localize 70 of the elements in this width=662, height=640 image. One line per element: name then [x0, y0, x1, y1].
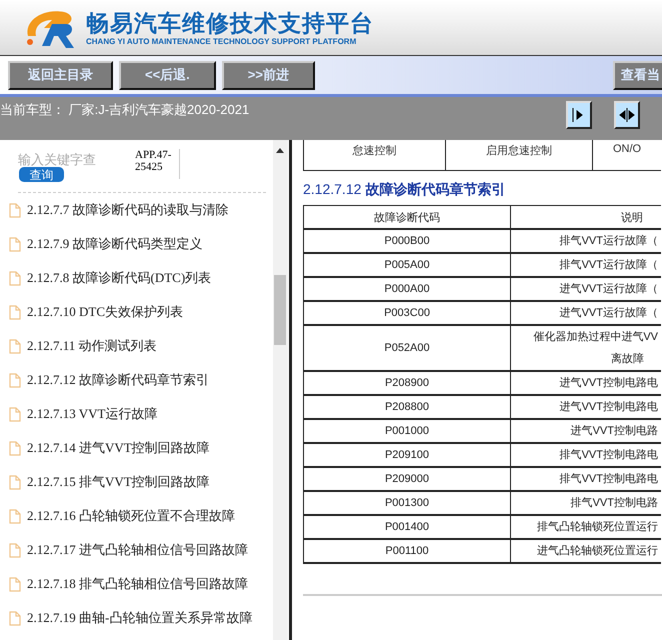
tree-item[interactable]: 2.12.7.19 曲轴-凸轮轴位置关系异常故障: [27, 609, 252, 627]
table-cell-text: 排气VVT控制电路: [570, 496, 658, 511]
tree-item[interactable]: 2.12.7.13 VVT运行故障: [27, 405, 158, 423]
document-icon: [9, 236, 21, 252]
table-cell: P001300: [304, 491, 510, 515]
document-icon: [9, 474, 21, 490]
document-icon: [9, 440, 21, 456]
table-cell-text: 进气VVT控制电路电: [558, 376, 658, 391]
table-cell-text: 排气VVT运行故障（: [558, 258, 658, 273]
table-cell-text: 进气VVT运行故障（: [558, 306, 658, 321]
document-icon: [9, 304, 21, 320]
section-heading: 2.12.7.12 故障诊断代码章节索引: [303, 181, 506, 199]
table-cell-text: 排气VVT运行故障（: [558, 234, 658, 249]
table-cell-text: 进气凸轮轴锁死位置运行: [536, 544, 658, 559]
table-cell-text: 催化器加热过程中进气VV: [532, 330, 658, 345]
table-cell-text: 进气VVT控制电路电: [558, 400, 658, 415]
document-icon: [9, 576, 21, 592]
table-cell: P208900: [304, 371, 510, 395]
table-cell: P001400: [304, 515, 510, 539]
document-code: APP.47-25425: [135, 149, 180, 179]
tree-item[interactable]: 2.12.7.14 进气VVT控制回路故障: [27, 439, 210, 457]
tree-item[interactable]: 2.12.7.7 故障诊断代码的读取与清除: [27, 201, 228, 219]
column-header: 故障诊断代码: [304, 206, 510, 229]
table-cell: 怠速控制: [304, 140, 446, 170]
table-cell: P001000: [304, 419, 510, 443]
table-cell: P209000: [304, 467, 510, 491]
table-cell: P005A00: [304, 253, 510, 277]
document-icon: [9, 372, 21, 388]
scrollbar-thumb[interactable]: [274, 275, 286, 345]
table-cell-text: 进气VVT控制电路: [570, 424, 658, 439]
document-icon: [9, 406, 21, 422]
table-cell: P001100: [304, 539, 510, 563]
table-cell: P052A00: [304, 325, 510, 371]
tree-item[interactable]: 2.12.7.11 动作测试列表: [27, 337, 157, 355]
scrollbar[interactable]: [273, 140, 288, 640]
tree-item[interactable]: 2.12.7.15 排气VVT控制回路故障: [27, 473, 210, 491]
table-cell: P003C00: [304, 301, 510, 325]
tree-item[interactable]: 2.12.7.12 故障诊断代码章节索引: [27, 371, 209, 389]
platform-title: 畅易汽车维修技术支持平台: [86, 8, 374, 36]
document-icon: [9, 508, 21, 524]
table-cell-text: ON/O: [612, 142, 642, 157]
table-cell: 启用怠速控制: [446, 140, 593, 170]
table-cell: P208800: [304, 395, 510, 419]
table-cell-text: 排气VVT控制电路电: [558, 472, 658, 487]
document-icon: [9, 542, 21, 558]
expand-panel-button[interactable]: [566, 101, 592, 129]
table-cell-text: 排气凸轮轴锁死位置运行: [536, 520, 658, 535]
vehicle-model-text: 当前车型： 厂家:J-吉利汽车豪越2020-2021: [0, 101, 250, 119]
table-cell: P000A00: [304, 277, 510, 301]
platform-subtitle: CHANG YI AUTO MAINTENANCE TECHNOLOGY SUPPORT PLATFORM: [86, 36, 358, 46]
split-arrows-icon: [619, 107, 635, 123]
tree-item[interactable]: 2.12.7.9 故障诊断代码类型定义: [27, 235, 202, 253]
tree-item[interactable]: 2.12.7.18 排气凸轮轴相位信号回路故障: [27, 575, 248, 593]
document-icon: [9, 270, 21, 286]
table-cell-text: 离故障: [610, 352, 645, 367]
tree-item[interactable]: 2.12.7.17 进气凸轮轴相位信号回路故障: [27, 541, 248, 559]
keyword-search-field[interactable]: 输入关键字查: [18, 152, 126, 167]
document-icon: [9, 610, 21, 626]
split-panel-button[interactable]: [614, 101, 640, 129]
table-cell: P000B00: [304, 229, 510, 253]
tree-item[interactable]: 2.12.7.16 凸轮轴锁死位置不合理故障: [27, 507, 235, 525]
tree-item[interactable]: 2.12.7.10 DTC失效保护列表: [27, 303, 183, 321]
table-cell-text: 排气VVT控制电路电: [558, 448, 658, 463]
tree-item[interactable]: 2.12.7.8 故障诊断代码(DTC)列表: [27, 269, 212, 287]
table-cell-text: 进气VVT运行故障（: [558, 282, 658, 297]
document-icon: [9, 338, 21, 354]
table-cell: P209100: [304, 443, 510, 467]
document-icon: [9, 202, 21, 218]
scroll-up-icon[interactable]: [276, 148, 284, 153]
search-button[interactable]: 查询: [19, 167, 64, 182]
